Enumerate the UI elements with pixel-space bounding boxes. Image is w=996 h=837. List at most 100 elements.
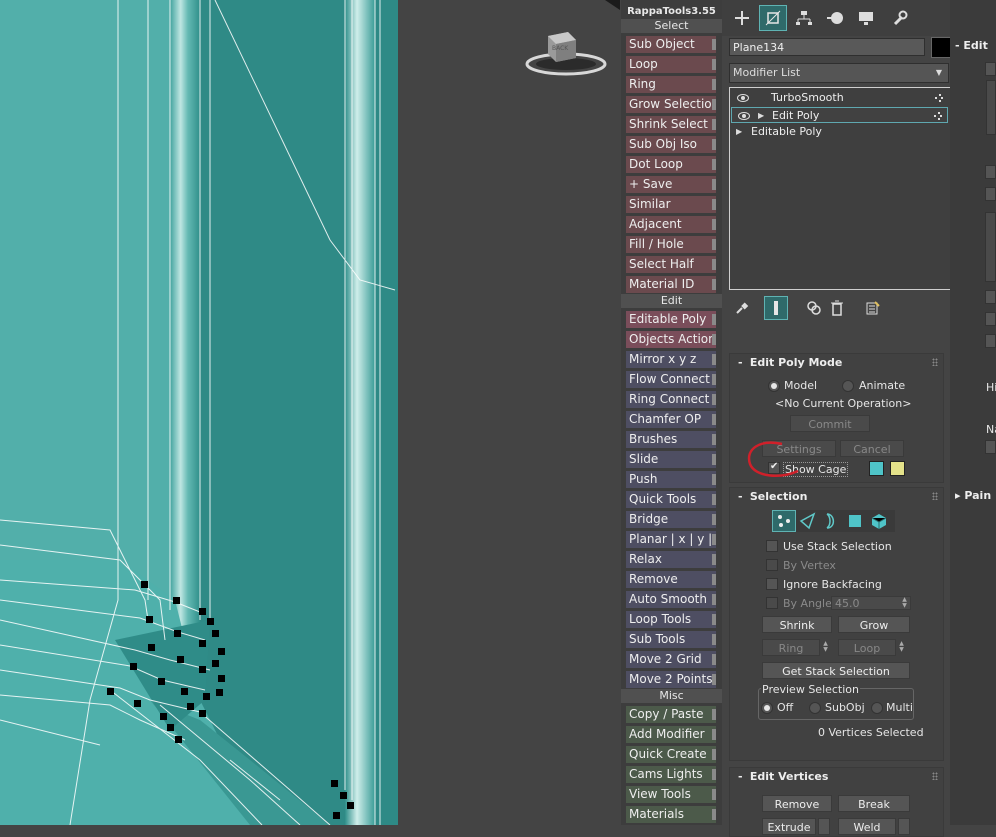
rappa-button[interactable]: View Tools bbox=[626, 786, 716, 803]
object-name-field[interactable]: Plane134 bbox=[729, 38, 925, 56]
stack-item-editable-poly[interactable]: ▶ Editable Poly bbox=[731, 124, 948, 140]
ignore-backfacing-checkbox[interactable] bbox=[766, 578, 778, 590]
extrude-settings-icon[interactable] bbox=[818, 818, 830, 835]
element-mode-icon[interactable] bbox=[868, 511, 890, 531]
model-radio[interactable] bbox=[768, 380, 780, 392]
modifier-stack[interactable]: TurboSmooth ▶ Edit Poly ▶ Editable Poly bbox=[729, 87, 951, 290]
rappa-button[interactable]: Materials bbox=[626, 806, 716, 823]
rappa-button[interactable]: Fill / Hole bbox=[626, 236, 716, 253]
rappa-button[interactable]: Flow Connect bbox=[626, 371, 716, 388]
rappa-button[interactable]: Dot Loop bbox=[626, 156, 716, 173]
rappa-button[interactable]: Grow Selection bbox=[626, 96, 716, 113]
stack-item-turbosmooth[interactable]: TurboSmooth bbox=[731, 90, 948, 106]
trash-icon[interactable] bbox=[826, 297, 848, 319]
rappa-button[interactable]: Push bbox=[626, 471, 716, 488]
rappa-button[interactable]: Select Half bbox=[626, 256, 716, 273]
paint-rollout-header[interactable]: ▸ Pain bbox=[955, 487, 991, 505]
pin-stack-icon[interactable] bbox=[731, 297, 753, 319]
panel-button[interactable] bbox=[985, 290, 996, 304]
rappa-button[interactable]: Brushes bbox=[626, 431, 716, 448]
rappa-button[interactable]: Copy / Paste bbox=[626, 706, 716, 723]
rappa-button[interactable]: Sub Object bbox=[626, 36, 716, 53]
configure-modifier-sets-icon[interactable] bbox=[862, 297, 884, 319]
rappa-button[interactable]: Move 2 Points bbox=[626, 671, 716, 688]
weld-settings-icon[interactable] bbox=[898, 818, 910, 835]
shrink-button[interactable]: Shrink bbox=[762, 616, 832, 633]
vertex-mode-icon[interactable] bbox=[772, 510, 796, 532]
rappa-button[interactable]: Material ID bbox=[626, 276, 716, 293]
eye-icon[interactable] bbox=[737, 94, 749, 102]
rappa-button[interactable]: Remove bbox=[626, 571, 716, 588]
rollout-header[interactable]: - Selection bbox=[730, 488, 943, 506]
rappa-button[interactable]: Shrink Select bbox=[626, 116, 716, 133]
rappa-button[interactable]: Quick Tools bbox=[626, 491, 716, 508]
weld-button[interactable]: Weld bbox=[838, 818, 896, 835]
break-button[interactable]: Break bbox=[838, 795, 910, 812]
loop-spinner-icon[interactable]: ▲ ▼ bbox=[898, 641, 905, 654]
spinner-arrows-icon[interactable]: ▲ ▼ bbox=[901, 597, 908, 610]
hierarchy-tab-icon[interactable] bbox=[791, 6, 817, 30]
by-vertex-checkbox[interactable] bbox=[766, 559, 778, 571]
ring-spinner-icon[interactable]: ▲ ▼ bbox=[822, 641, 829, 654]
display-tab-monitor-icon[interactable] bbox=[853, 6, 879, 30]
drag-handle-icon[interactable] bbox=[932, 772, 938, 780]
show-end-result-icon[interactable] bbox=[764, 296, 788, 320]
modify-tab-icon[interactable] bbox=[759, 5, 787, 31]
rappa-button[interactable]: Sub Tools bbox=[626, 631, 716, 648]
rappa-button[interactable]: + Save bbox=[626, 176, 716, 193]
rappa-button[interactable]: Auto Smooth bbox=[626, 591, 716, 608]
remove-button[interactable]: Remove bbox=[762, 795, 832, 812]
preview-subobj-radio[interactable] bbox=[809, 702, 821, 714]
border-mode-icon[interactable] bbox=[820, 511, 842, 531]
stack-item-edit-poly[interactable]: ▶ Edit Poly bbox=[731, 107, 948, 123]
grow-button[interactable]: Grow bbox=[838, 616, 910, 633]
rappa-button[interactable]: Planar | x | y | z bbox=[626, 531, 716, 548]
rappa-button[interactable]: Sub Obj Iso bbox=[626, 136, 716, 153]
panel-button[interactable] bbox=[985, 312, 996, 326]
rappa-button[interactable]: Add Modifier bbox=[626, 726, 716, 743]
rappa-button[interactable]: Quick Create bbox=[626, 746, 716, 763]
expand-arrow-icon[interactable]: ▶ bbox=[736, 124, 742, 140]
rappa-button[interactable]: Relax bbox=[626, 551, 716, 568]
animate-radio[interactable] bbox=[842, 380, 854, 392]
object-color-swatch[interactable] bbox=[931, 37, 951, 58]
rappa-button[interactable]: Chamfer OP bbox=[626, 411, 716, 428]
panel-button[interactable] bbox=[985, 187, 996, 201]
rollout-header[interactable]: - Edit Poly Mode bbox=[730, 354, 943, 372]
preview-off-radio[interactable] bbox=[761, 702, 773, 714]
get-stack-selection-button[interactable]: Get Stack Selection bbox=[762, 662, 910, 679]
extrude-button[interactable]: Extrude bbox=[762, 818, 816, 835]
rappa-button[interactable]: Ring Connect bbox=[626, 391, 716, 408]
by-angle-checkbox[interactable] bbox=[766, 597, 778, 609]
viewport[interactable]: BACK bbox=[0, 0, 620, 825]
rappa-button[interactable]: Editable Poly bbox=[626, 311, 716, 328]
cage-color-swatch[interactable] bbox=[869, 461, 884, 476]
edge-mode-icon[interactable] bbox=[797, 511, 819, 531]
loop-button[interactable]: Loop bbox=[838, 639, 896, 656]
panel-button[interactable] bbox=[985, 440, 996, 454]
rappa-button[interactable]: Adjacent bbox=[626, 216, 716, 233]
viewport-canvas[interactable]: BACK bbox=[0, 0, 620, 825]
edit-rollout-header[interactable]: - Edit bbox=[955, 37, 988, 55]
rappa-button[interactable]: Loop Tools bbox=[626, 611, 716, 628]
create-tab-plus-icon[interactable] bbox=[729, 6, 755, 30]
cancel-button[interactable]: Cancel bbox=[840, 440, 904, 457]
modifier-list-dropdown[interactable]: Modifier List ▼ bbox=[729, 63, 949, 83]
motion-tab-icon[interactable] bbox=[822, 6, 848, 30]
make-unique-icon[interactable] bbox=[803, 297, 825, 319]
rollout-header[interactable]: - Edit Vertices bbox=[730, 768, 943, 786]
expand-arrow-icon[interactable]: ▶ bbox=[758, 108, 764, 124]
rappa-button[interactable]: Slide bbox=[626, 451, 716, 468]
rappa-button[interactable]: Ring bbox=[626, 76, 716, 93]
panel-button[interactable] bbox=[985, 334, 996, 348]
rappa-button[interactable]: Similar bbox=[626, 196, 716, 213]
rappa-button[interactable]: Move 2 Grid bbox=[626, 651, 716, 668]
angle-spinner-field[interactable]: 45.0 bbox=[831, 596, 911, 610]
drag-handle-icon[interactable] bbox=[932, 358, 938, 366]
cage-selected-color-swatch[interactable] bbox=[890, 461, 905, 476]
panel-button[interactable] bbox=[985, 62, 996, 76]
eye-icon[interactable] bbox=[738, 112, 750, 120]
rappa-button[interactable]: Objects Actions bbox=[626, 331, 716, 348]
rappa-button[interactable]: Bridge bbox=[626, 511, 716, 528]
use-stack-selection-checkbox[interactable] bbox=[766, 540, 778, 552]
